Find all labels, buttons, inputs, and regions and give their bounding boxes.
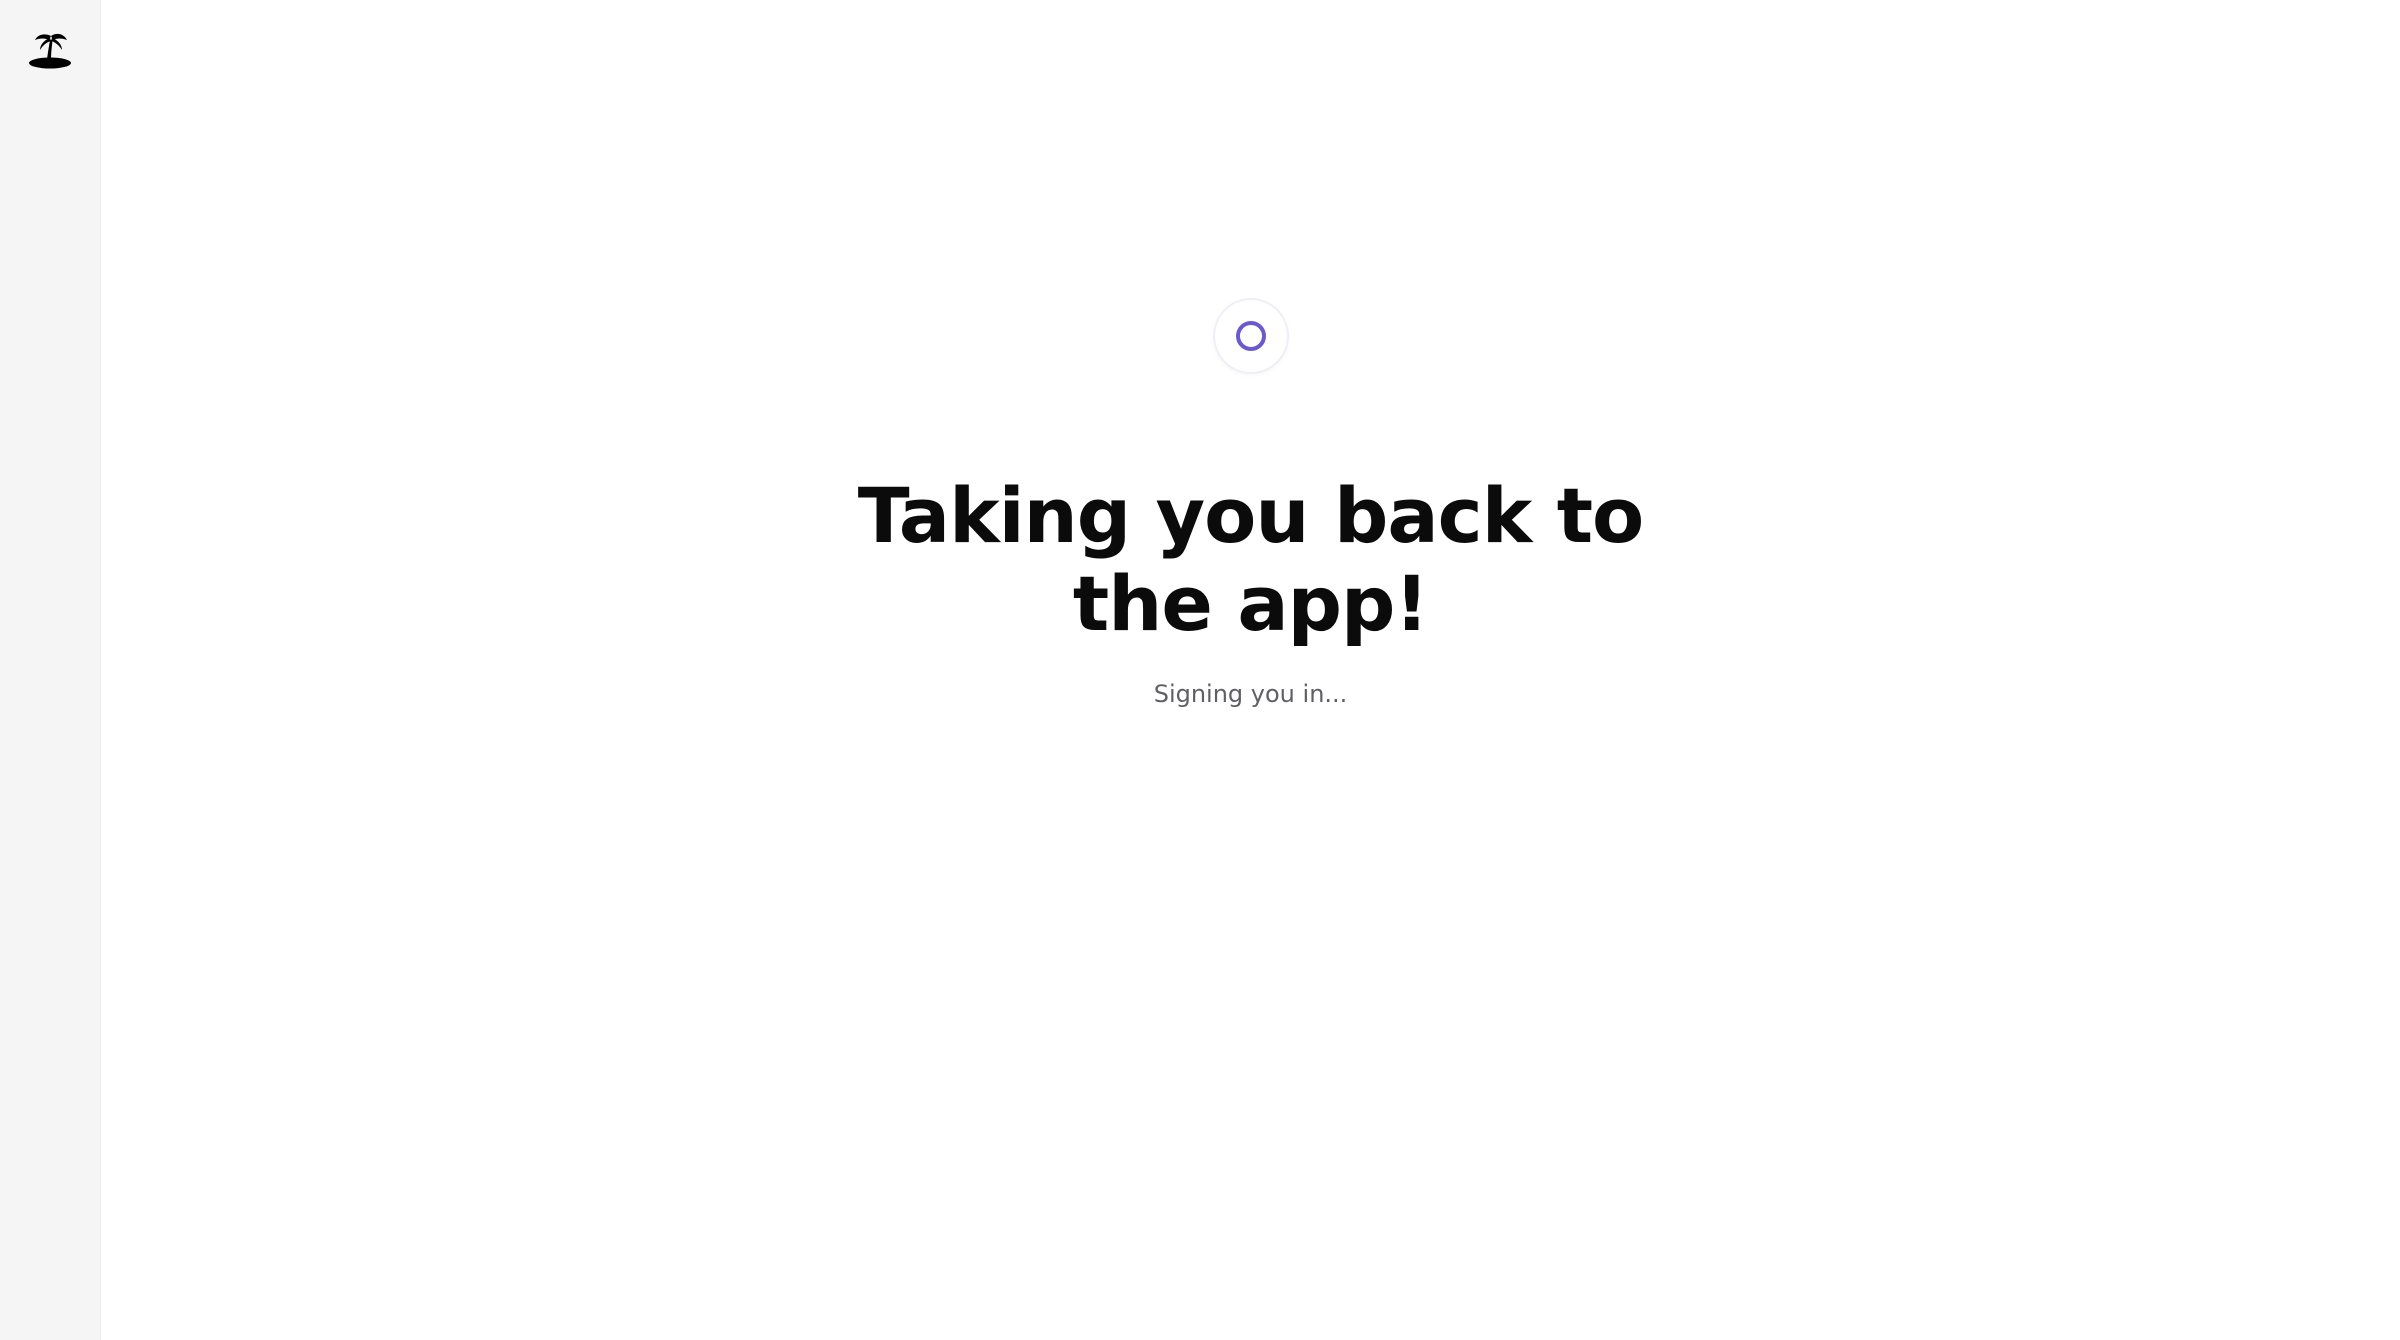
spinner-ring — [1235, 321, 1266, 351]
status-text: Signing you in... — [1153, 680, 1348, 708]
app-root: Taking you back to the app! Signing you … — [0, 0, 2400, 1340]
main-content: Taking you back to the app! Signing you … — [101, 0, 2400, 1340]
sidebar — [0, 0, 101, 1340]
loading-spinner-icon — [1214, 300, 1287, 372]
palm-island-logo-graphic — [29, 33, 71, 69]
palm-island-icon[interactable] — [27, 30, 73, 70]
page-title: Taking you back to the app! — [857, 471, 1645, 648]
signin-status-panel: Taking you back to the app! Signing you … — [101, 300, 2400, 708]
